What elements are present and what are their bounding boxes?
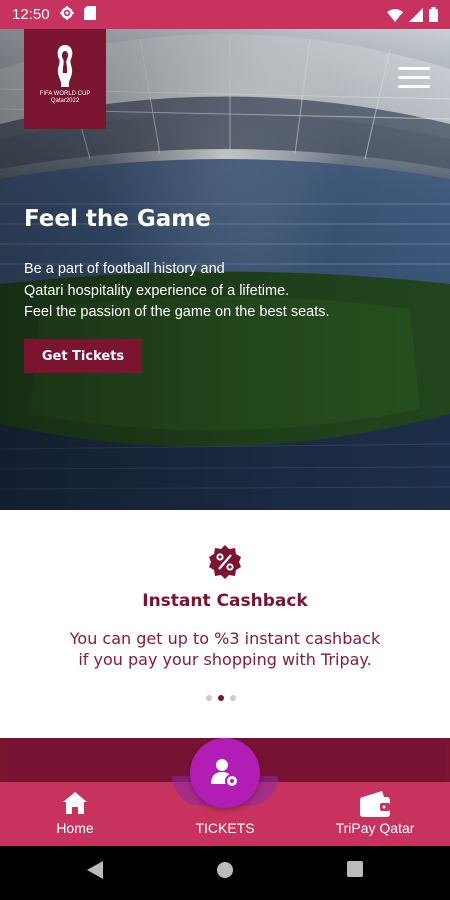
system-navigation-bar xyxy=(0,846,450,900)
promo-carousel[interactable]: Instant Cashback You can get up to %3 in… xyxy=(0,510,450,738)
status-bar: 12:50 xyxy=(0,0,450,29)
sd-card-status-icon xyxy=(83,5,96,24)
nav-tripay-label: TriPay Qatar xyxy=(335,820,415,836)
carousel-dot-active[interactable] xyxy=(218,695,224,701)
nav-tickets-label: TICKETS xyxy=(195,820,255,836)
wallet-icon xyxy=(360,791,390,817)
hero-title: Feel the Game xyxy=(24,206,211,232)
home-circle-icon[interactable] xyxy=(216,861,234,883)
battery-icon xyxy=(429,7,438,26)
nav-home-label: Home xyxy=(56,820,94,836)
wifi-icon xyxy=(387,7,403,26)
recents-icon[interactable] xyxy=(347,861,363,881)
tickets-fab-button[interactable] xyxy=(190,738,260,808)
signal-icon xyxy=(409,7,423,26)
nav-home[interactable]: Home xyxy=(30,782,120,846)
hamburger-menu-icon[interactable] xyxy=(398,67,430,91)
carousel-indicators xyxy=(206,695,236,701)
tickets-user-icon xyxy=(211,759,239,788)
status-time: 12:50 xyxy=(12,6,50,23)
carousel-dot[interactable] xyxy=(230,695,236,701)
back-icon[interactable] xyxy=(87,861,103,883)
logo-text: FIFA WORLD CUP Qatar2022 xyxy=(39,91,91,104)
fifa-logo: FIFA WORLD CUP Qatar2022 xyxy=(24,29,106,129)
get-tickets-button[interactable]: Get Tickets xyxy=(24,339,142,373)
trophy-icon xyxy=(57,45,73,87)
settings-status-icon xyxy=(59,5,74,24)
hero-banner: FIFA WORLD CUP Qatar2022 Feel the Game B… xyxy=(0,29,450,510)
nav-tripay-qatar[interactable]: TriPay Qatar xyxy=(320,782,430,846)
promo-description: You can get up to %3 instant cashback if… xyxy=(69,629,381,669)
percent-badge-icon xyxy=(208,545,242,583)
promo-title: Instant Cashback xyxy=(142,591,308,611)
home-icon xyxy=(63,792,87,814)
carousel-dot[interactable] xyxy=(206,695,212,701)
hero-description: Be a part of football history and Qatari… xyxy=(24,261,330,320)
